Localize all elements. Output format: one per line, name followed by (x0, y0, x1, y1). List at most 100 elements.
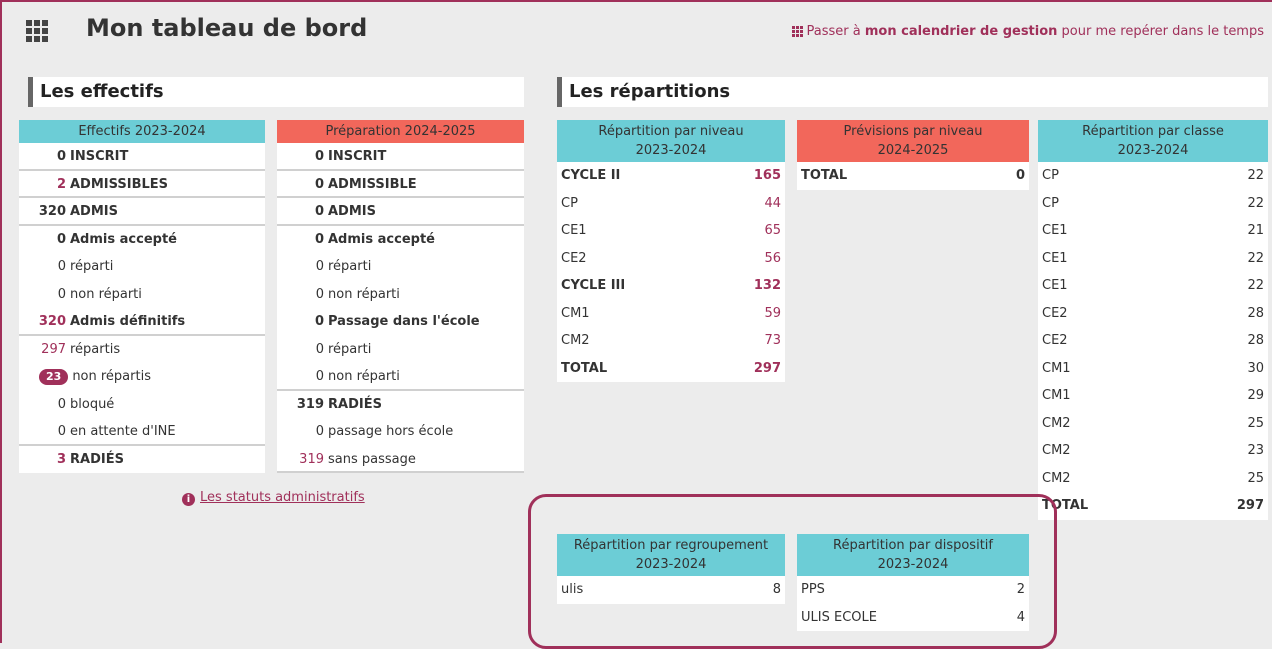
effectif-row: 0 INSCRIT (277, 143, 524, 171)
effectif-row: 0 non réparti (277, 281, 524, 309)
row-label: CE2 (1042, 305, 1068, 321)
row-value: 25 (1247, 470, 1264, 486)
effectif-count: 0 (314, 149, 324, 164)
row-label: CM1 (1042, 388, 1071, 403)
calendar-link-bold[interactable]: mon calendrier de gestion (865, 24, 1058, 39)
row-value: 132 (753, 278, 781, 293)
effectif-count: 0 (314, 314, 324, 329)
table-row: CE2 28 (1038, 327, 1268, 355)
apps-grid-icon[interactable] (26, 20, 48, 42)
table-row: CE1 22 (1038, 245, 1268, 273)
row-value: 297 (753, 360, 781, 376)
effectif-row: 0 réparti (19, 253, 265, 281)
row-label: CYCLE II (561, 168, 621, 183)
count-badge: 23 (39, 369, 69, 385)
row-value: 73 (764, 333, 781, 348)
effectif-label: non réparti (328, 369, 400, 384)
row-value: 0 (1015, 168, 1025, 183)
effectif-row: 0 bloqué (19, 391, 265, 419)
effectif-count: 0 (56, 149, 66, 164)
row-value: 22 (1247, 250, 1264, 266)
effectif-label: Admis définitifs (70, 314, 186, 329)
effectif-count: 319 (299, 451, 324, 467)
highlight-outline (528, 494, 1057, 649)
effectif-row: 319 sans passage (277, 446, 524, 473)
row-label: CE2 (1042, 333, 1068, 348)
effectif-label: Admis accepté (328, 231, 435, 247)
effectifs-current-column: Effectifs 2023-2024 0 INSCRIT 2 ADMISSIBLES… (19, 120, 265, 473)
effectif-label: non réparti (328, 286, 400, 302)
effectif-label: sans passage (328, 451, 416, 467)
repartition-niveau-header: Répartition par niveau 2023-2024 (557, 120, 785, 162)
effectif-row: 0 ADMIS (277, 198, 524, 226)
effectif-count: 0 (315, 341, 324, 357)
row-value: 65 (764, 223, 781, 238)
table-row: CM1 30 (1038, 355, 1268, 383)
effectif-label: réparti (328, 259, 372, 274)
effectif-count: 3 (56, 451, 66, 467)
table-row: CE2 56 (557, 245, 785, 273)
section-title-effectifs: Les effectifs (28, 77, 524, 107)
statuts-administratifs-link[interactable]: i Les statuts administratifs (182, 490, 365, 506)
effectif-row: 320 Admis définitifs (19, 308, 265, 336)
effectif-label: en attente d'INE (70, 424, 176, 439)
effectif-label: réparti (70, 259, 114, 274)
row-label: CM2 (1042, 443, 1071, 458)
effectif-count: 0 (315, 424, 324, 439)
effectif-row: 0 non réparti (19, 281, 265, 309)
effectifs-current-header: Effectifs 2023-2024 (19, 120, 265, 143)
row-label: CM1 (1042, 360, 1071, 376)
effectif-count: 320 (38, 204, 66, 219)
calendar-grid-icon (791, 26, 803, 37)
effectif-count: 0 (314, 204, 324, 219)
effectif-label: ADMISSIBLE (328, 176, 417, 192)
effectif-row: 0 réparti (277, 336, 524, 364)
section-title-effectifs-text: Les effectifs (40, 81, 164, 102)
effectif-row: 3 RADIÉS (19, 446, 265, 474)
calendar-link[interactable]: Passer à mon calendrier de gestion pour … (791, 24, 1264, 39)
effectif-row: 0 réparti (277, 253, 524, 281)
row-value: 25 (1247, 415, 1264, 431)
effectif-row: 320 ADMIS (19, 198, 265, 226)
row-label: CP (1042, 168, 1059, 183)
effectif-row: 0 passage hors école (277, 418, 524, 446)
row-label: CE1 (1042, 250, 1068, 266)
effectif-label: répartis (70, 341, 121, 357)
row-label: CM2 (1042, 470, 1071, 486)
section-title-repartitions: Les répartitions (557, 77, 1268, 107)
table-row: CYCLE III 132 (557, 272, 785, 300)
effectif-label: réparti (328, 341, 372, 357)
effectif-label: ADMIS (70, 204, 118, 219)
effectif-label: passage hors école (328, 424, 454, 439)
table-row: CM1 59 (557, 300, 785, 328)
table-row: CE1 22 (1038, 272, 1268, 300)
effectif-row: 0 Admis accepté (277, 226, 524, 254)
table-row: TOTAL 297 (1038, 492, 1268, 520)
effectif-count: 0 (315, 369, 324, 384)
effectif-label: RADIÉS (328, 396, 382, 412)
table-row: CM2 25 (1038, 410, 1268, 438)
table-row: CP 22 (1038, 162, 1268, 190)
row-value: 165 (753, 168, 781, 183)
effectif-count: 0 (57, 396, 66, 412)
effectif-row: 297 répartis (19, 336, 265, 364)
effectif-count: 0 (57, 259, 66, 274)
previsions-niveau-table: Prévisions par niveau 2024-2025 TOTAL 0 (797, 120, 1029, 190)
table-row: CM2 25 (1038, 465, 1268, 493)
effectif-row: 2 ADMISSIBLES (19, 171, 265, 198)
effectif-row: 0 INSCRIT (19, 143, 265, 171)
table-row: CM1 29 (1038, 382, 1268, 410)
header-bar: Mon tableau de bord Passer à mon calendr… (26, 14, 1266, 52)
effectif-label: Admis accepté (70, 231, 177, 247)
effectif-count: 0 (56, 231, 66, 247)
row-label: CE1 (561, 223, 587, 238)
repartition-classe-header-year: 2023-2024 (1117, 143, 1189, 158)
row-label: CYCLE III (561, 278, 626, 293)
row-value: 23 (1247, 443, 1264, 458)
previsions-niveau-header-title: Prévisions par niveau (843, 124, 983, 139)
effectif-count: 297 (41, 341, 66, 357)
effectif-count: 0 (315, 286, 324, 302)
row-value: 28 (1247, 333, 1264, 348)
row-value: 297 (1236, 498, 1264, 513)
statuts-administratifs-text[interactable]: Les statuts administratifs (200, 490, 365, 505)
